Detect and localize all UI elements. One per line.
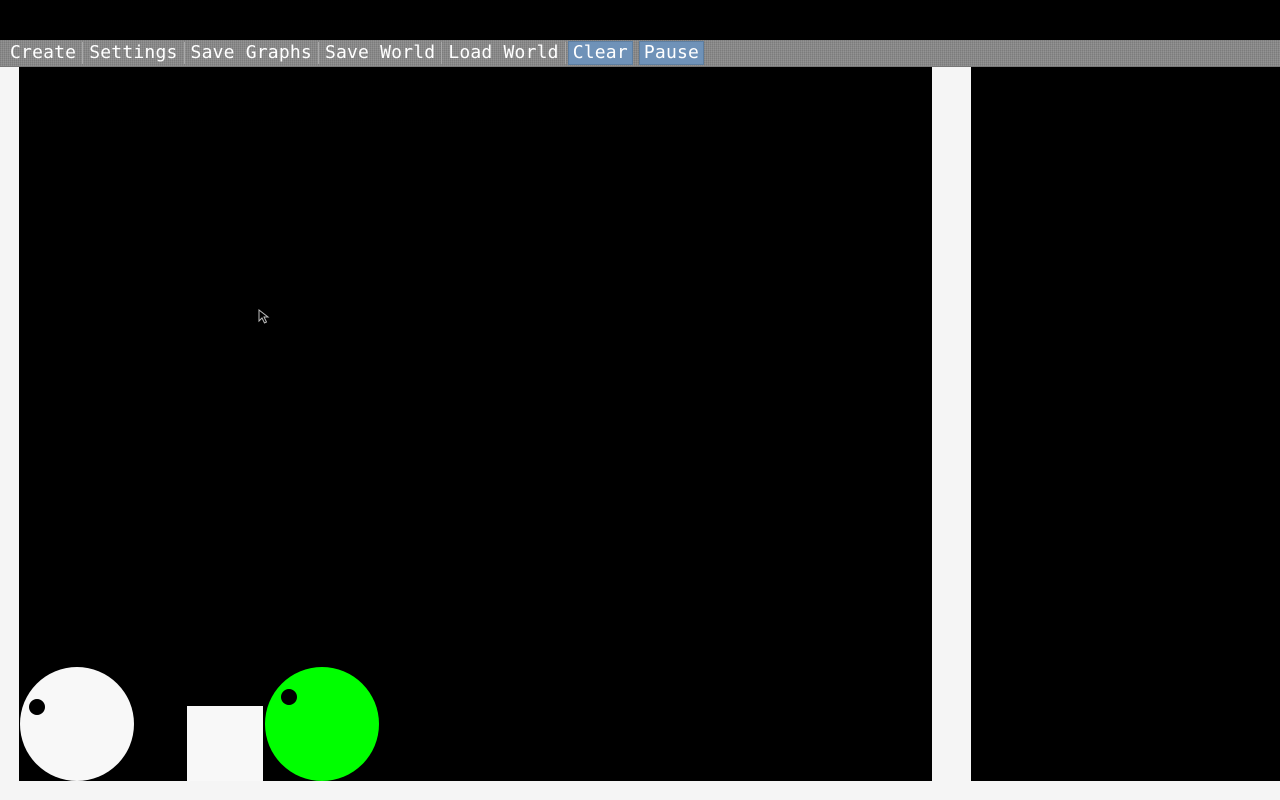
top-strip xyxy=(0,0,1280,40)
save-graphs-menu-button[interactable]: Save Graphs xyxy=(185,42,319,64)
simulation-canvas[interactable] xyxy=(19,67,932,781)
load-world-menu-button[interactable]: Load World xyxy=(442,42,566,64)
menu-bar: Create Settings Save Graphs Save World L… xyxy=(0,40,1280,67)
green-creature[interactable] xyxy=(265,667,379,781)
simulation-scene xyxy=(20,667,379,781)
green-creature-eye xyxy=(281,689,297,705)
mouse-pointer-icon xyxy=(258,309,270,324)
white-creature-eye xyxy=(29,699,45,715)
pause-button[interactable]: Pause xyxy=(638,41,705,65)
create-menu-button[interactable]: Create xyxy=(4,42,84,64)
graph-panel xyxy=(971,67,1280,781)
white-creature[interactable] xyxy=(20,667,134,781)
food-block[interactable] xyxy=(187,706,263,781)
save-world-menu-button[interactable]: Save World xyxy=(319,42,443,64)
clear-button[interactable]: Clear xyxy=(567,41,633,65)
settings-menu-button[interactable]: Settings xyxy=(83,42,185,64)
